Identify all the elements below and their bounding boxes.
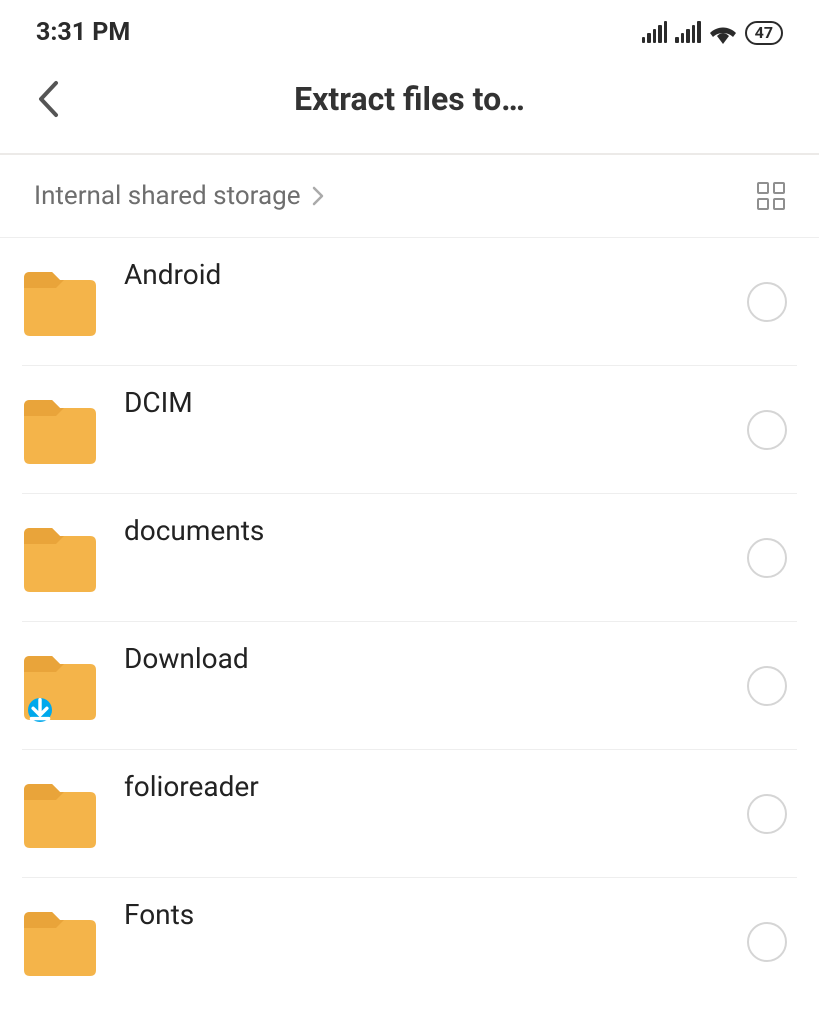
folder-list: Android DCIM documents Download foliorea… [0,238,819,1006]
folder-icon [22,904,98,980]
folder-icon [22,392,98,468]
folder-name: documents [124,508,747,547]
wifi-icon [709,22,737,44]
status-time: 3:31 PM [36,18,130,47]
folder-name: folioreader [124,764,747,803]
signal-icon-2 [675,23,701,43]
folder-icon [22,648,98,724]
folder-row[interactable]: Fonts [0,878,819,1006]
signal-icon [642,23,668,43]
download-badge-icon [28,698,52,722]
folder-icon [22,264,98,340]
status-bar: 3:31 PM 47 [0,0,819,59]
folder-name: Fonts [124,892,747,931]
select-radio[interactable] [747,538,787,578]
status-icons: 47 [642,21,783,45]
folder-row[interactable]: Download [0,622,819,750]
breadcrumb[interactable]: Internal shared storage [34,181,325,211]
select-radio[interactable] [747,794,787,834]
folder-name: Android [124,252,747,291]
chevron-right-icon [311,186,325,206]
select-radio[interactable] [747,666,787,706]
select-radio[interactable] [747,410,787,450]
breadcrumb-label: Internal shared storage [34,181,301,211]
folder-row[interactable]: documents [0,494,819,622]
page-title: Extract files to… [68,80,791,118]
app-header: Extract files to… [0,59,819,153]
back-button[interactable] [28,79,68,119]
select-radio[interactable] [747,922,787,962]
chevron-left-icon [36,80,60,118]
folder-row[interactable]: folioreader [0,750,819,878]
folder-name: Download [124,636,747,675]
folder-row[interactable]: DCIM [0,366,819,494]
breadcrumb-row: Internal shared storage [0,155,819,238]
select-radio[interactable] [747,282,787,322]
view-grid-button[interactable] [757,182,785,210]
battery-indicator: 47 [745,21,783,45]
folder-icon [22,776,98,852]
folder-name: DCIM [124,380,747,419]
folder-row[interactable]: Android [0,238,819,366]
folder-icon [22,520,98,596]
